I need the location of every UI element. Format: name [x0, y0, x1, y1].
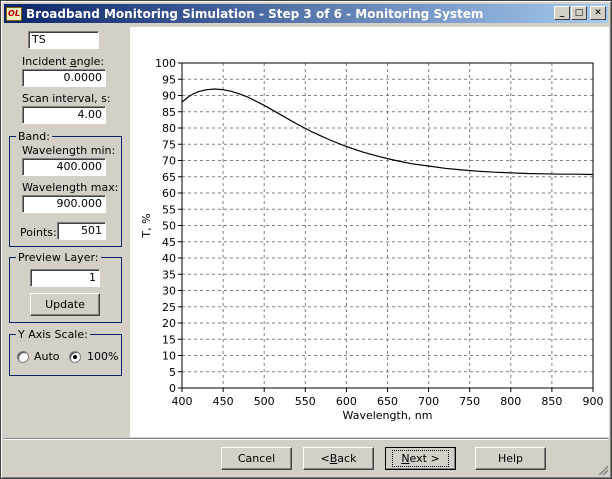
y-tick-label: 50 [162, 220, 176, 233]
points-label: Points: [20, 226, 57, 239]
wavelength-min-label: Wavelength min: [22, 144, 116, 157]
y-tick-label: 35 [162, 268, 176, 281]
title-bar[interactable]: OL Broadband Monitoring Simulation - Ste… [4, 4, 608, 23]
update-button[interactable]: Update [30, 293, 100, 316]
pct100-radio[interactable] [69, 351, 81, 363]
x-axis-label: Wavelength, nm [343, 409, 433, 422]
y-tick-label: 60 [162, 187, 176, 200]
y-tick-label: 95 [162, 73, 176, 86]
preview-layer-input[interactable]: 1 [30, 269, 100, 287]
y-axis-label: T, % [140, 213, 153, 238]
x-tick-label: 900 [583, 395, 604, 408]
y-tick-label: 65 [162, 171, 176, 184]
x-tick-label: 550 [295, 395, 316, 408]
incident-angle-label: Incident angle: [22, 55, 105, 68]
wavelength-max-input[interactable]: 900.000 [22, 195, 106, 213]
points-input[interactable]: 501 [57, 222, 106, 240]
x-tick-label: 500 [254, 395, 275, 408]
y-tick-label: 45 [162, 236, 176, 249]
x-tick-label: 650 [377, 395, 398, 408]
x-tick-label: 450 [213, 395, 234, 408]
scan-interval-input[interactable]: 4.00 [22, 106, 106, 124]
back-button[interactable]: < Back [303, 447, 374, 470]
wavelength-min-input[interactable]: 400.000 [22, 158, 106, 176]
y-tick-label: 90 [162, 90, 176, 103]
cancel-button[interactable]: Cancel [221, 447, 292, 470]
transmittance-chart: 400 450 500 550 600 650 700 750 800 850 900 0 5 10 15 2… [140, 57, 604, 422]
app-icon: OL [6, 6, 22, 21]
y-tick-label: 10 [162, 350, 176, 363]
y-tick-label: 100 [155, 57, 176, 70]
y-tick-label: 75 [162, 138, 176, 151]
y-tick-label: 25 [162, 301, 176, 314]
x-tick-label: 750 [459, 395, 480, 408]
y-tick-label: 80 [162, 122, 176, 135]
help-button[interactable]: Help [475, 447, 546, 470]
incident-angle-input[interactable]: 0.0000 [22, 69, 106, 87]
x-tick-label: 800 [500, 395, 521, 408]
wavelength-max-label: Wavelength max: [22, 181, 119, 194]
y-tick-label: 40 [162, 252, 176, 265]
main-window: OL Broadband Monitoring Simulation - Ste… [0, 0, 612, 479]
scan-interval-label: Scan interval, s: [22, 92, 111, 105]
y-tick-label: 55 [162, 203, 176, 216]
radio-selected-dot [73, 355, 77, 359]
y-axis-scale-group-title: Y Axis Scale: [16, 328, 90, 341]
y-tick-label: 20 [162, 317, 176, 330]
y-tick-label: 70 [162, 155, 176, 168]
auto-radio-label[interactable]: Auto [34, 350, 60, 363]
y-tick-label: 0 [169, 382, 176, 395]
resize-grip[interactable] [596, 463, 608, 475]
next-button[interactable]: Next > [385, 447, 456, 470]
x-tick-label: 700 [418, 395, 439, 408]
maximize-button[interactable]: □ [571, 6, 587, 20]
ts-input[interactable]: TS [28, 31, 99, 49]
x-tick-label: 850 [541, 395, 562, 408]
y-tick-label: 15 [162, 333, 176, 346]
y-tick-label: 30 [162, 285, 176, 298]
auto-radio[interactable] [17, 351, 29, 363]
pct100-radio-label[interactable]: 100% [87, 350, 118, 363]
chart-panel: 400 450 500 550 600 650 700 750 800 850 900 0 5 10 15 2… [130, 27, 609, 437]
minimize-button[interactable]: _ [554, 6, 570, 20]
y-tick-label: 5 [169, 366, 176, 379]
band-group-title: Band: [16, 130, 52, 143]
preview-layer-group-title: Preview Layer: [16, 251, 101, 264]
close-button[interactable]: ✕ [590, 6, 606, 20]
footer-separator [4, 438, 608, 440]
window-title: Broadband Monitoring Simulation - Step 3… [26, 6, 484, 21]
x-tick-label: 400 [172, 395, 193, 408]
y-tick-label: 85 [162, 106, 176, 119]
x-tick-label: 600 [336, 395, 357, 408]
